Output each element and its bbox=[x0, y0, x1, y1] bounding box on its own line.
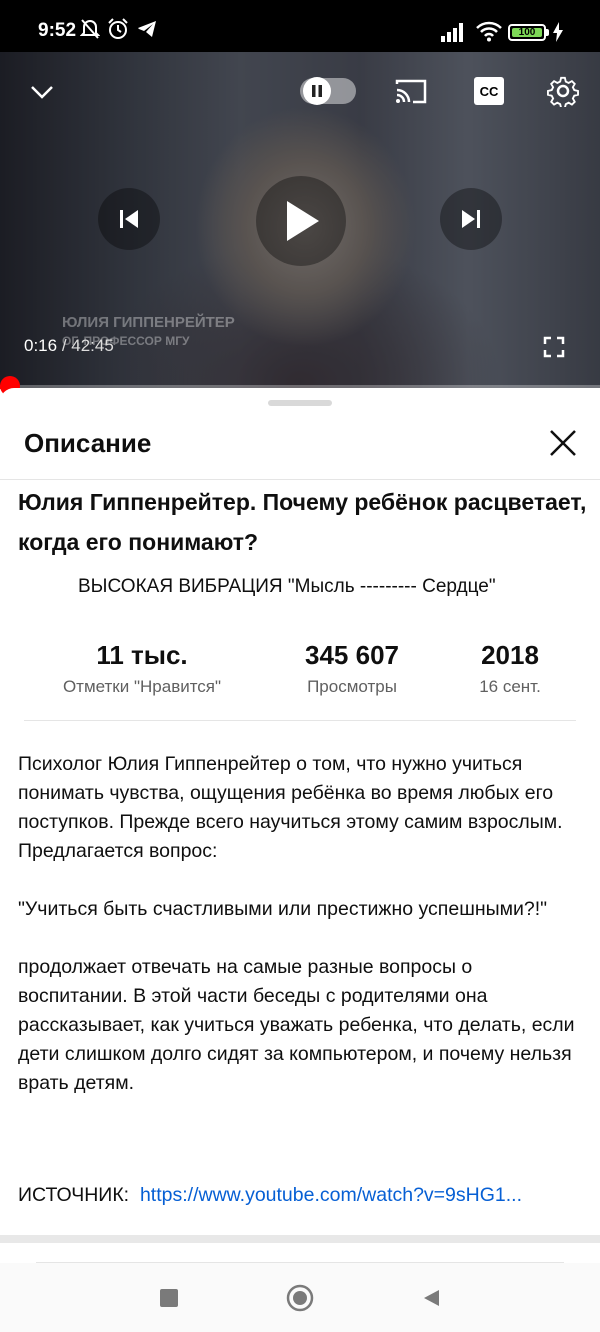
close-icon[interactable] bbox=[546, 426, 580, 460]
back-triangle-icon[interactable] bbox=[416, 1283, 446, 1313]
panel-title: Описание bbox=[24, 428, 152, 458]
status-time: 9:52 bbox=[38, 20, 77, 41]
year-value: 2018 bbox=[481, 640, 539, 670]
source-line: ИСТОЧНИК: https://www.youtube.com/watch?… bbox=[18, 1184, 584, 1207]
alarm-icon bbox=[107, 18, 129, 45]
description-panel: Описание Юлия Гиппенрейтер. Почему ребён… bbox=[0, 388, 600, 1238]
autoplay-toggle[interactable] bbox=[300, 77, 356, 105]
telegram-icon bbox=[136, 18, 158, 45]
source-link[interactable]: https://www.youtube.com/watch?v=9sHG1... bbox=[140, 1184, 522, 1206]
likes-stat: 11 тыс. Отметки "Нравится" bbox=[40, 640, 244, 697]
description-text: Психолог Юлия Гиппенрейтер о том, что ну… bbox=[18, 753, 575, 1094]
date-stat: 2018 16 сент. bbox=[450, 640, 570, 697]
home-circle-icon[interactable] bbox=[285, 1283, 315, 1313]
next-icon[interactable] bbox=[440, 188, 502, 250]
likes-value: 11 тыс. bbox=[96, 640, 188, 670]
wifi-icon bbox=[475, 20, 503, 47]
duration: / 42:45 bbox=[61, 336, 114, 355]
views-value: 345 607 bbox=[305, 640, 399, 670]
overlay-name: ЮЛИЯ ГИППЕНРЕЙТЕР bbox=[62, 314, 235, 331]
battery-icon: 100 bbox=[508, 24, 546, 41]
mute-bell-icon bbox=[79, 18, 101, 45]
drag-handle[interactable] bbox=[268, 400, 332, 406]
bottom-divider bbox=[0, 1235, 600, 1243]
play-icon[interactable] bbox=[256, 176, 346, 266]
collapse-chevron-icon[interactable] bbox=[28, 78, 56, 106]
pause-icon bbox=[303, 77, 331, 105]
captions-icon[interactable]: CC bbox=[474, 77, 504, 105]
system-nav-bar bbox=[0, 1263, 600, 1332]
cast-icon[interactable] bbox=[394, 76, 428, 106]
fullscreen-icon[interactable] bbox=[542, 335, 566, 359]
charging-icon bbox=[553, 22, 563, 47]
source-label: ИСТОЧНИК: bbox=[18, 1184, 130, 1206]
video-player[interactable]: ЮЛИЯ ГИППЕНРЕЙТЕР ОГ, ПРОФЕССОР МГУ CC 0… bbox=[0, 52, 600, 388]
time-readout: 0:16 / 42:45 bbox=[24, 336, 114, 356]
stats-divider bbox=[24, 720, 576, 721]
settings-gear-icon[interactable] bbox=[546, 74, 580, 108]
status-bar: 9:52 100 bbox=[0, 0, 600, 52]
recents-square-icon[interactable] bbox=[154, 1283, 184, 1313]
date-label: 16 сент. bbox=[479, 677, 541, 696]
previous-icon[interactable] bbox=[98, 188, 160, 250]
signal-icon bbox=[441, 22, 467, 47]
captions-label: CC bbox=[479, 83, 499, 99]
video-title: Юлия Гиппенрейтер. Почему ребёнок расцве… bbox=[18, 489, 587, 555]
channel-name[interactable]: ВЫСОКАЯ ВИБРАЦИЯ "Мысль --------- Сердце… bbox=[78, 576, 578, 598]
current-time: 0:16 bbox=[24, 336, 58, 355]
likes-label: Отметки "Нравится" bbox=[62, 677, 222, 696]
views-label: Просмотры bbox=[307, 677, 397, 696]
header-divider bbox=[0, 479, 600, 480]
views-stat: 345 607 Просмотры bbox=[272, 640, 432, 697]
battery-level: 100 bbox=[518, 27, 536, 38]
